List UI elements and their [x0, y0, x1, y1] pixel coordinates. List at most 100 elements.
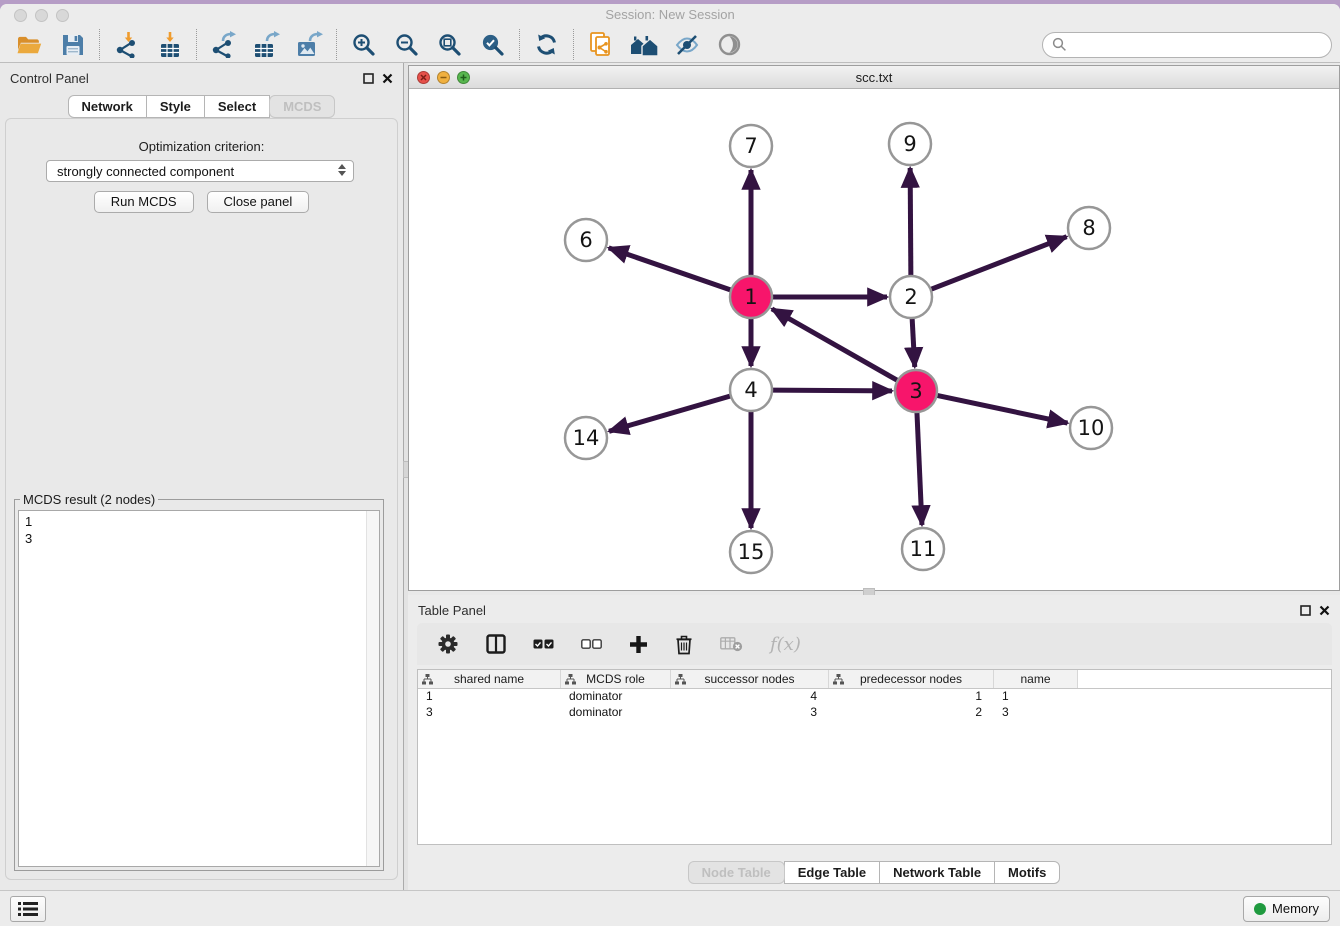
checked-boxes-icon [533, 638, 554, 650]
graph-edge-2-3[interactable] [912, 318, 915, 367]
task-history-button[interactable] [10, 896, 46, 922]
table-cell: 4 [671, 689, 829, 705]
tab-select[interactable]: Select [204, 95, 270, 118]
column-label: successor nodes [704, 672, 794, 686]
graph-edge-3-1[interactable] [772, 309, 898, 381]
graph-edge-2-8[interactable] [931, 237, 1067, 290]
optimization-criterion-label: Optimization criterion: [6, 139, 397, 154]
memory-button[interactable]: Memory [1243, 896, 1330, 922]
table-row-1[interactable]: 3dominator323 [418, 705, 1331, 721]
table-cell: dominator [561, 689, 671, 705]
column-header-name[interactable]: name [994, 670, 1078, 688]
save-session-button[interactable] [51, 29, 94, 61]
table-cell: 3 [994, 705, 1078, 721]
table-tabs: Node Table Edge Table Network Table Moti… [408, 861, 1340, 884]
tab-edge-table[interactable]: Edge Table [784, 861, 880, 884]
graph-node-label-2: 2 [904, 285, 917, 309]
toolbar-separator [519, 29, 520, 60]
select-all-columns-button[interactable] [533, 638, 554, 650]
home-button[interactable] [622, 29, 665, 61]
close-panel-icon[interactable] [1319, 605, 1330, 616]
float-panel-icon[interactable] [1300, 605, 1311, 616]
open-session-button[interactable] [8, 29, 51, 61]
criterion-value: strongly connected component [57, 164, 234, 179]
column-label: MCDS role [586, 672, 645, 686]
toolbar-separator [99, 29, 100, 60]
graph-edge-4-14[interactable] [609, 396, 731, 431]
float-panel-icon[interactable] [363, 73, 374, 84]
network-graph: 7968124314101511 [409, 89, 1339, 590]
show-graphics-button[interactable] [708, 29, 751, 61]
graph-node-label-14: 14 [573, 426, 600, 450]
result-scrollbar[interactable] [366, 511, 379, 866]
close-panel-icon[interactable] [382, 73, 393, 84]
zoom-out-button[interactable] [385, 29, 428, 61]
tab-motifs[interactable]: Motifs [994, 861, 1060, 884]
zoom-in-icon [351, 32, 376, 57]
import-table-icon [157, 31, 183, 58]
tab-network-table[interactable]: Network Table [879, 861, 995, 884]
zoom-fit-button[interactable] [428, 29, 471, 61]
create-column-button[interactable] [629, 635, 648, 654]
table-options-button[interactable] [437, 633, 459, 655]
network-view-window: scc.txt 7968124314101511 [408, 65, 1340, 591]
app-window: Session: New Session [0, 4, 1340, 926]
close-panel-button[interactable]: Close panel [207, 191, 310, 213]
import-table-button[interactable] [148, 29, 191, 61]
column-header-shared-name[interactable]: shared name [418, 670, 561, 688]
graph-node-label-11: 11 [910, 537, 937, 561]
column-header-MCDS-role[interactable]: MCDS role [561, 670, 671, 688]
main-toolbar [0, 27, 1340, 63]
export-network-button[interactable] [202, 29, 245, 61]
mcds-result-box[interactable]: 1 3 [18, 510, 380, 867]
export-table-button[interactable] [245, 29, 288, 61]
mcds-result-line: 3 [25, 530, 373, 547]
gear-icon [437, 633, 459, 655]
graph-edge-3-11[interactable] [917, 412, 922, 525]
graph-edge-3-10[interactable] [937, 395, 1068, 423]
tab-network[interactable]: Network [68, 95, 147, 118]
select-stepper-icon [338, 164, 346, 176]
mcds-result-title: MCDS result (2 nodes) [20, 492, 158, 507]
criterion-select[interactable]: strongly connected component [46, 160, 354, 182]
table-row-0[interactable]: 1dominator411 [418, 689, 1331, 705]
mcds-panel-body: Optimization criterion: strongly connect… [5, 118, 398, 880]
graph-edge-2-9[interactable] [910, 168, 911, 276]
apply-layout-button[interactable] [525, 29, 568, 61]
import-network-icon [114, 31, 140, 58]
table-cell: 3 [418, 705, 561, 721]
tab-mcds[interactable]: MCDS [269, 95, 335, 118]
table-panel: Table Panel [408, 595, 1340, 890]
tab-node-table[interactable]: Node Table [688, 861, 785, 884]
delete-table-button[interactable] [720, 636, 743, 652]
column-header-predecessor-nodes[interactable]: predecessor nodes [829, 670, 994, 688]
search-input[interactable] [1072, 37, 1322, 52]
export-network-icon [210, 31, 238, 58]
show-columns-button[interactable] [486, 634, 506, 654]
import-network-button[interactable] [105, 29, 148, 61]
function-builder-button[interactable]: f(x) [770, 634, 801, 655]
graph-node-label-4: 4 [744, 378, 757, 402]
deselect-all-columns-button[interactable] [581, 638, 602, 650]
hierarchy-icon [422, 674, 433, 685]
export-image-button[interactable] [288, 29, 331, 61]
list-icon [17, 900, 39, 918]
delete-column-button[interactable] [675, 634, 693, 655]
column-header-successor-nodes[interactable]: successor nodes [671, 670, 829, 688]
duplicate-network-button[interactable] [579, 29, 622, 61]
hide-panels-button[interactable] [665, 29, 708, 61]
memory-label: Memory [1272, 901, 1319, 916]
network-canvas[interactable]: 7968124314101511 [409, 89, 1339, 590]
tab-style[interactable]: Style [146, 95, 205, 118]
hierarchy-icon [833, 674, 844, 685]
unchecked-boxes-icon [581, 638, 602, 650]
graph-edge-4-3[interactable] [772, 390, 892, 391]
zoom-selected-button[interactable] [471, 29, 514, 61]
mcds-result-line: 1 [25, 513, 373, 530]
save-floppy-icon [61, 33, 85, 57]
column-label: name [1020, 672, 1050, 686]
run-mcds-button[interactable]: Run MCDS [94, 191, 194, 213]
control-panel: Control Panel Network Style Select MCDS … [0, 63, 403, 890]
graph-edge-1-6[interactable] [609, 248, 731, 290]
zoom-in-button[interactable] [342, 29, 385, 61]
